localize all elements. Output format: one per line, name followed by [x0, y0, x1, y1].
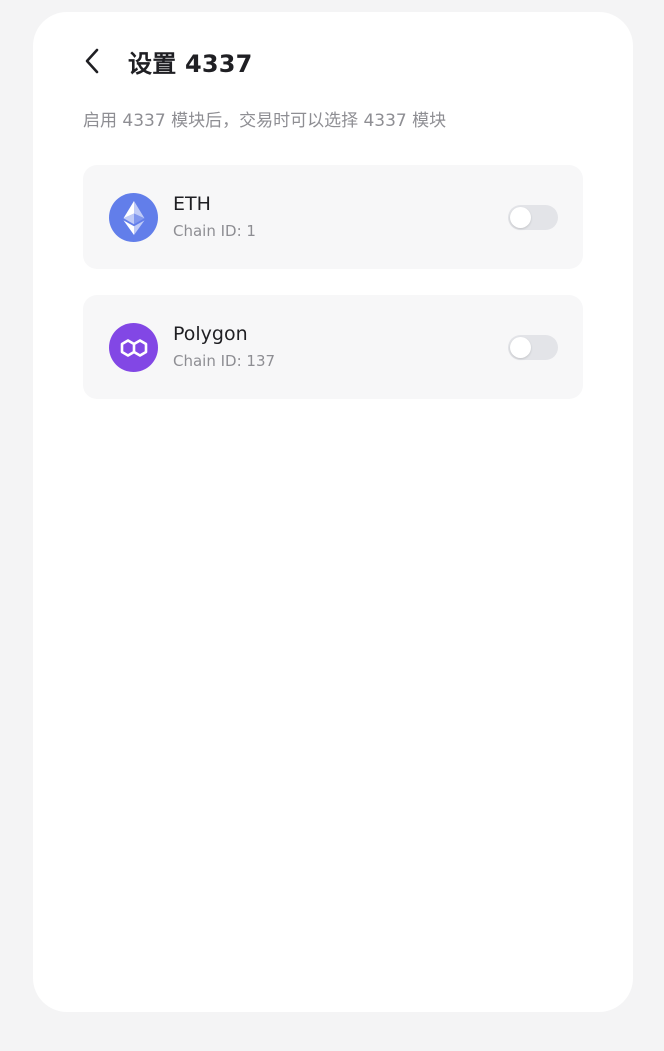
toggle-knob [510, 337, 531, 358]
eth-4337-toggle[interactable] [508, 205, 558, 230]
chain-id-label: Chain ID: 137 [173, 352, 276, 370]
page-header: 设置 4337 [83, 42, 253, 80]
chain-row-polygon: Polygon Chain ID: 137 [83, 295, 583, 399]
chevron-left-icon [85, 48, 99, 74]
settings-card: 设置 4337 启用 4337 模块后，交易时可以选择 4337 模块 ETH … [33, 12, 633, 1012]
page-title: 设置 4337 [128, 49, 253, 78]
chain-id-label: Chain ID: 1 [173, 222, 256, 240]
polygon-icon [109, 323, 158, 372]
chain-name: Polygon [173, 323, 248, 345]
chain-name: ETH [173, 193, 211, 215]
toggle-knob [510, 207, 531, 228]
polygon-4337-toggle[interactable] [508, 335, 558, 360]
ethereum-icon [109, 193, 158, 242]
chain-list: ETH Chain ID: 1 Polygon Chain ID: 137 [83, 165, 583, 425]
page-description: 启用 4337 模块后，交易时可以选择 4337 模块 [83, 111, 447, 131]
chain-row-eth: ETH Chain ID: 1 [83, 165, 583, 269]
back-button[interactable] [83, 46, 113, 76]
